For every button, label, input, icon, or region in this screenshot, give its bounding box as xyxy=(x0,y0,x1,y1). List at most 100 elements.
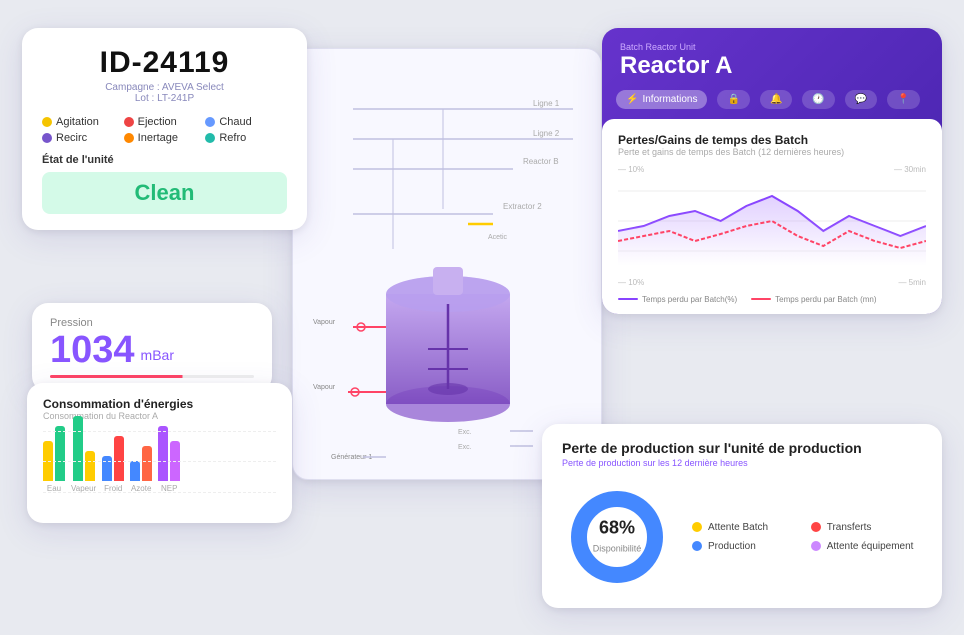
tab-icon-1[interactable]: 🔒 xyxy=(717,90,749,109)
label-attente-batch: Attente Batch xyxy=(708,522,768,533)
svg-text:Reactor B: Reactor B xyxy=(523,157,559,166)
production-card: Perte de production sur l'unité de produ… xyxy=(542,424,942,608)
dot-attente-equipement xyxy=(811,541,821,551)
production-body: 68% Disponibilité Attente Batch Transfer… xyxy=(562,482,922,592)
chart-grid xyxy=(43,431,276,493)
donut-percentage: 68% xyxy=(593,517,642,538)
campaign-label: Campagne : AVEVA Select xyxy=(42,82,287,93)
tag-label-recirc: Recirc xyxy=(56,132,87,144)
legend-line-purple xyxy=(618,298,638,300)
legend-line-red xyxy=(751,298,771,300)
grid-line-3 xyxy=(43,492,276,493)
svg-text:Exc.: Exc. xyxy=(458,429,472,436)
tag-dot-agitation xyxy=(42,117,52,127)
tag-dot-recirc xyxy=(42,133,52,143)
tag-label-chaud: Chaud xyxy=(219,116,251,128)
reactor-tabs: ⚡ Informations 🔒 🔔 🕐 💬 📍 xyxy=(602,90,942,119)
y-right-top: — 30min xyxy=(894,165,926,174)
y-right-bot: — 5min xyxy=(898,278,926,287)
lot-label: Lot : LT-241P xyxy=(42,93,287,104)
production-legend: Attente Batch Transferts Production Atte… xyxy=(692,522,913,552)
tag-dot-refro xyxy=(205,133,215,143)
reactor-card: Batch Reactor Unit Reactor A ⚡ Informati… xyxy=(602,28,942,314)
pressure-label: Pression xyxy=(50,317,254,329)
donut-center: 68% Disponibilité xyxy=(593,517,642,556)
tab-icon-4[interactable]: 💬 xyxy=(845,90,877,109)
scene: ID-24119 Campagne : AVEVA Select Lot : L… xyxy=(22,18,942,618)
tag-label-inertage: Inertage xyxy=(138,132,178,144)
grid-line-2 xyxy=(43,461,276,462)
legend-production: Production xyxy=(692,541,795,552)
tag-list: Agitation Ejection Chaud Recirc Inertage… xyxy=(42,116,287,144)
label-production: Production xyxy=(708,541,756,552)
dot-production xyxy=(692,541,702,551)
svg-text:Extractor 2: Extractor 2 xyxy=(503,202,542,211)
svg-text:Acetic: Acetic xyxy=(488,234,508,241)
etat-label: État de l'unité xyxy=(42,154,287,166)
label-attente-equipement: Attente équipement xyxy=(827,541,914,552)
tag-dot-ejection xyxy=(124,117,134,127)
legend-label-red: Temps perdu par Batch (mn) xyxy=(775,295,876,304)
bolt-icon: ⚡ xyxy=(626,94,638,105)
production-subtitle: Perte de production sur les 12 dernière … xyxy=(562,458,922,468)
grid-line-1 xyxy=(43,431,276,432)
tag-agitation: Agitation xyxy=(42,116,124,128)
svg-text:Vapour: Vapour xyxy=(313,384,336,391)
reactor-title: Reactor A xyxy=(620,52,924,80)
tab-icon-3[interactable]: 🕐 xyxy=(802,90,834,109)
chart-subtitle: Perte et gains de temps des Batch (12 de… xyxy=(618,147,926,157)
legend-attente-equipement: Attente équipement xyxy=(811,541,914,552)
reactor-header: Batch Reactor Unit Reactor A xyxy=(602,28,942,90)
donut-label: Disponibilité xyxy=(593,543,642,553)
tab-informations[interactable]: ⚡ Informations xyxy=(616,90,707,109)
id-number: ID-24119 xyxy=(42,46,287,80)
tag-ejection: Ejection xyxy=(124,116,206,128)
tab-informations-label: Informations xyxy=(642,94,697,105)
tag-dot-inertage xyxy=(124,133,134,143)
clean-badge: Clean xyxy=(42,172,287,214)
chart-legend: Temps perdu par Batch(%) Temps perdu par… xyxy=(618,295,926,304)
id-card: ID-24119 Campagne : AVEVA Select Lot : L… xyxy=(22,28,307,230)
tag-label-agitation: Agitation xyxy=(56,116,99,128)
y-left-top: — 10% xyxy=(618,165,644,174)
legend-transferts: Transferts xyxy=(811,522,914,533)
legend-label-purple: Temps perdu par Batch(%) xyxy=(642,295,737,304)
diagram-card: Ligne 1 Ligne 2 Reactor B Extractor 2 Ac… xyxy=(292,48,602,480)
pressure-unit: mBar xyxy=(141,347,174,363)
svg-text:Ligne 1: Ligne 1 xyxy=(533,99,560,108)
pressure-card: Pression 1034 mBar xyxy=(32,303,272,392)
dot-transferts xyxy=(811,522,821,532)
tag-inertage: Inertage xyxy=(124,132,206,144)
line-chart xyxy=(618,176,926,276)
label-transferts: Transferts xyxy=(827,522,872,533)
tag-chaud: Chaud xyxy=(205,116,287,128)
svg-text:Exc.: Exc. xyxy=(458,444,472,451)
y-left-bot: — 10% xyxy=(618,278,644,287)
tag-label-refro: Refro xyxy=(219,132,246,144)
donut-chart: 68% Disponibilité xyxy=(562,482,672,592)
svg-text:Ligne 2: Ligne 2 xyxy=(533,129,560,138)
chart-title: Pertes/Gains de temps des Batch xyxy=(618,133,926,147)
tag-dot-chaud xyxy=(205,117,215,127)
legend-attente-batch: Attente Batch xyxy=(692,522,795,533)
reactor-subtitle: Batch Reactor Unit xyxy=(620,42,924,52)
svg-text:Vapour: Vapour xyxy=(313,319,336,326)
diagram-inner: Ligne 1 Ligne 2 Reactor B Extractor 2 Ac… xyxy=(293,49,601,479)
pressure-number: 1034 xyxy=(50,331,135,369)
energy-card: Consommation d'énergies Consommation du … xyxy=(27,383,292,523)
reactor-diagram-svg: Ligne 1 Ligne 2 Reactor B Extractor 2 Ac… xyxy=(293,49,602,479)
pressure-bar xyxy=(50,375,254,378)
tag-recirc: Recirc xyxy=(42,132,124,144)
legend-red: Temps perdu par Batch (mn) xyxy=(751,295,876,304)
tag-refro: Refro xyxy=(205,132,287,144)
production-title: Perte de production sur l'unité de produ… xyxy=(562,440,922,456)
pressure-value-group: 1034 mBar xyxy=(50,331,254,369)
energy-bar-chart: Eau Vapeur Froid xyxy=(43,431,276,511)
energy-title: Consommation d'énergies xyxy=(43,397,276,411)
tag-label-ejection: Ejection xyxy=(138,116,177,128)
legend-purple: Temps perdu par Batch(%) xyxy=(618,295,737,304)
tab-icon-2[interactable]: 🔔 xyxy=(760,90,792,109)
tab-icon-5[interactable]: 📍 xyxy=(887,90,919,109)
dot-attente-batch xyxy=(692,522,702,532)
reactor-chart-area: Pertes/Gains de temps des Batch Perte et… xyxy=(602,119,942,314)
